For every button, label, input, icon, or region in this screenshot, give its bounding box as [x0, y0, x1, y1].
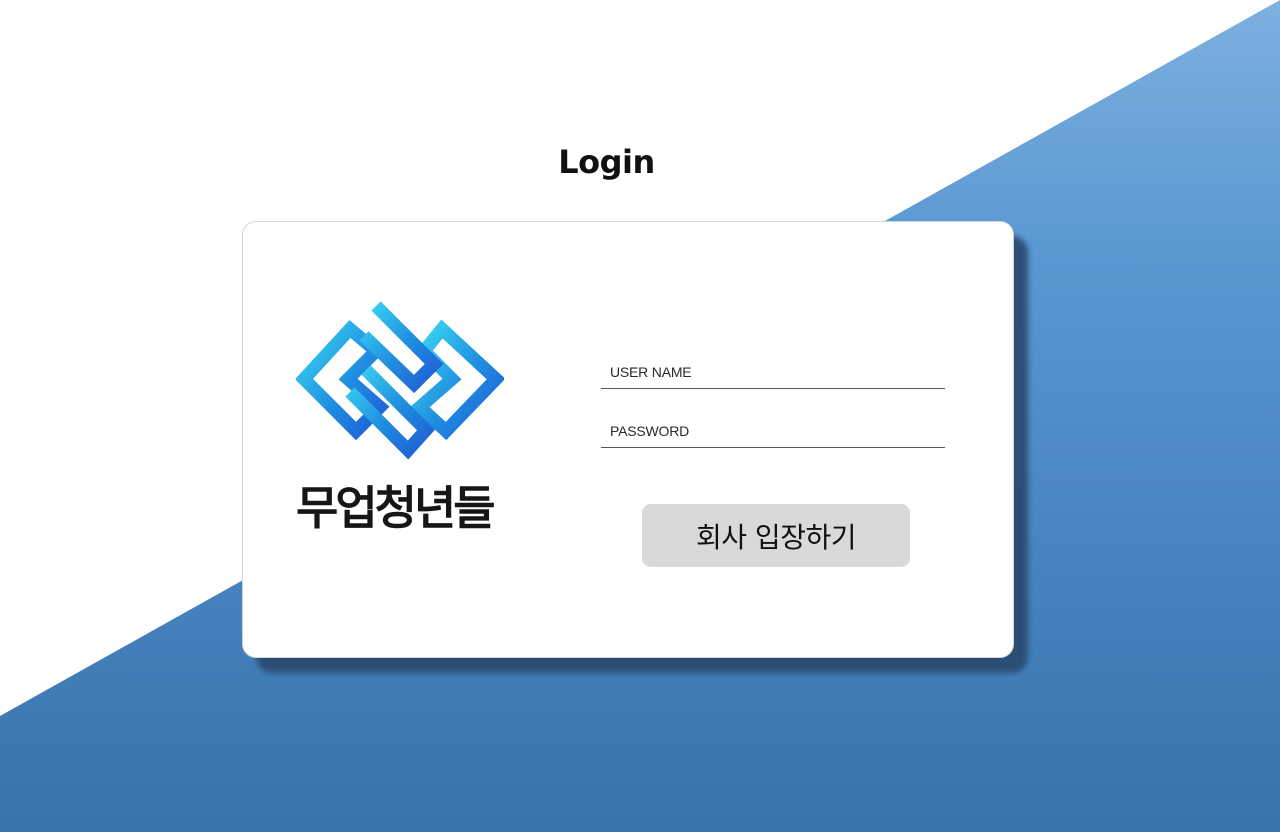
brand-name: 무업청년들 — [296, 481, 496, 535]
password-field — [601, 417, 945, 448]
brand-logo-icon — [296, 301, 504, 460]
password-input[interactable] — [610, 417, 940, 445]
enter-company-button[interactable]: 회사 입장하기 — [642, 504, 910, 567]
username-input[interactable] — [610, 358, 940, 386]
username-field — [601, 358, 945, 389]
page-title: Login — [558, 143, 655, 181]
